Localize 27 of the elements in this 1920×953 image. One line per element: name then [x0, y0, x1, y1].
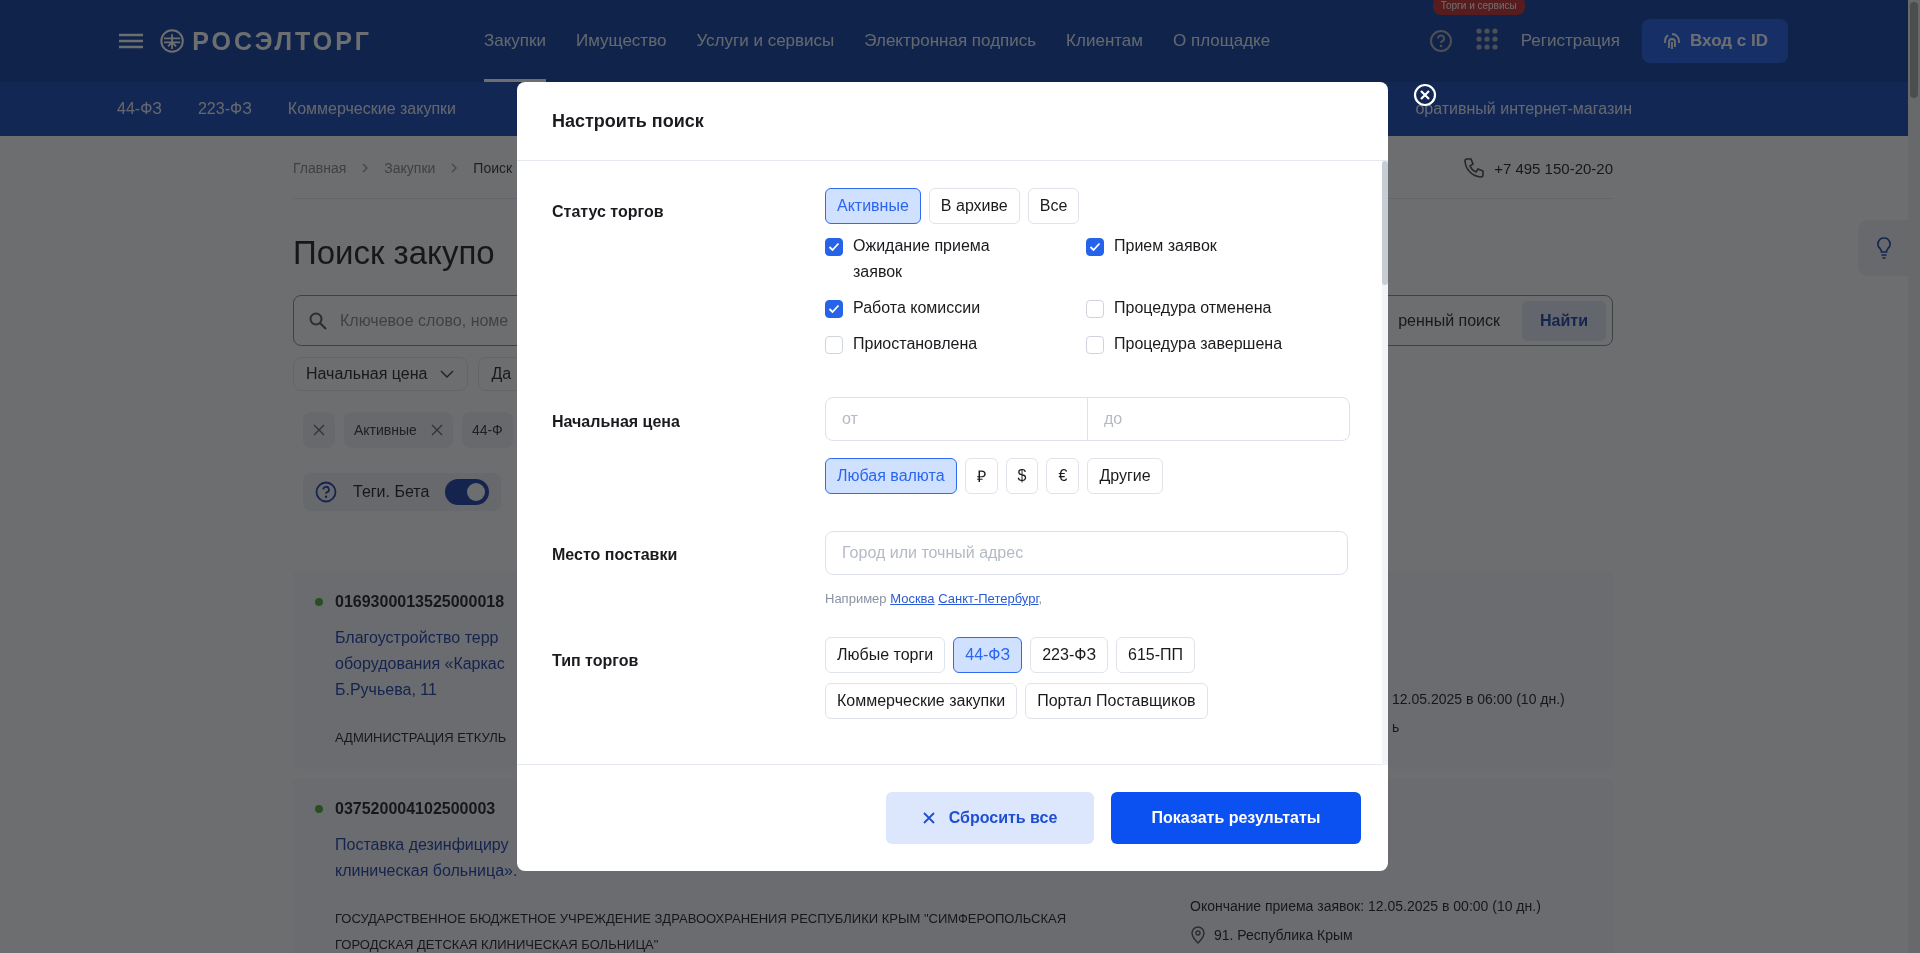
tender-number: 037520004102500003	[335, 800, 496, 818]
section-label: Тип торгов	[552, 651, 640, 671]
checkbox-label: Ожидание приема заявок	[853, 236, 991, 282]
checkbox-label: Работа комиссии	[853, 298, 981, 318]
location-text: ь	[1392, 719, 1400, 735]
phone-number: +7 495 150-20-20	[1494, 159, 1613, 177]
checkbox-label: Прием заявок	[1114, 236, 1217, 256]
example-hint: Например Москва Санкт-Петербург,	[825, 591, 1044, 606]
logo-text: РОСЭЛТОРГ	[192, 26, 372, 56]
deadline-text: 12.05.2025 в 06:00 (10 дн.)	[1392, 691, 1566, 707]
section-label: Начальная цена	[552, 412, 681, 432]
location-text: 91. Республика Крым	[1214, 927, 1353, 943]
tender-number: 0169300013525000018	[335, 593, 505, 611]
dialog-title: Настроить поиск	[517, 82, 1388, 161]
section-label: Статус торгов	[552, 202, 665, 222]
section-label: Место поставки	[552, 545, 679, 565]
filter-chip: 44-Ф	[461, 412, 513, 448]
customer-name: ГОСУДАРСТВЕННОЕ БЮДЖЕТНОЕ УЧРЕЖДЕНИЕ ЗДРАВООХРАНЕНИЯ РЕСПУБЛИКИ КРЫМ "СИМФЕРОПОЛЬСКАЯ ГОРОДСКАЯ ДЕТСКАЯ КЛИНИЧЕСКАЯ БОЛЬНИЦА"	[335, 910, 1068, 953]
filter-chip: Активные	[344, 412, 453, 448]
checkbox-label: Процедура отменена	[1114, 298, 1272, 318]
tags-label: Теги. Бета	[353, 483, 430, 501]
deadline-text: Окончание приема заявок: 12.05.2025 в 00:00 (10 дн.)	[1190, 898, 1542, 914]
checkbox-label: Процедура завершена	[1114, 334, 1283, 354]
page-title: Поиск закупо	[293, 233, 496, 273]
services-badge: Торги и сервисы	[1432, 0, 1525, 15]
customer-name: АДМИНИСТРАЦИЯ ЕТКУЛЬ	[335, 729, 508, 747]
checkbox-label: Приостановлена	[853, 334, 978, 354]
